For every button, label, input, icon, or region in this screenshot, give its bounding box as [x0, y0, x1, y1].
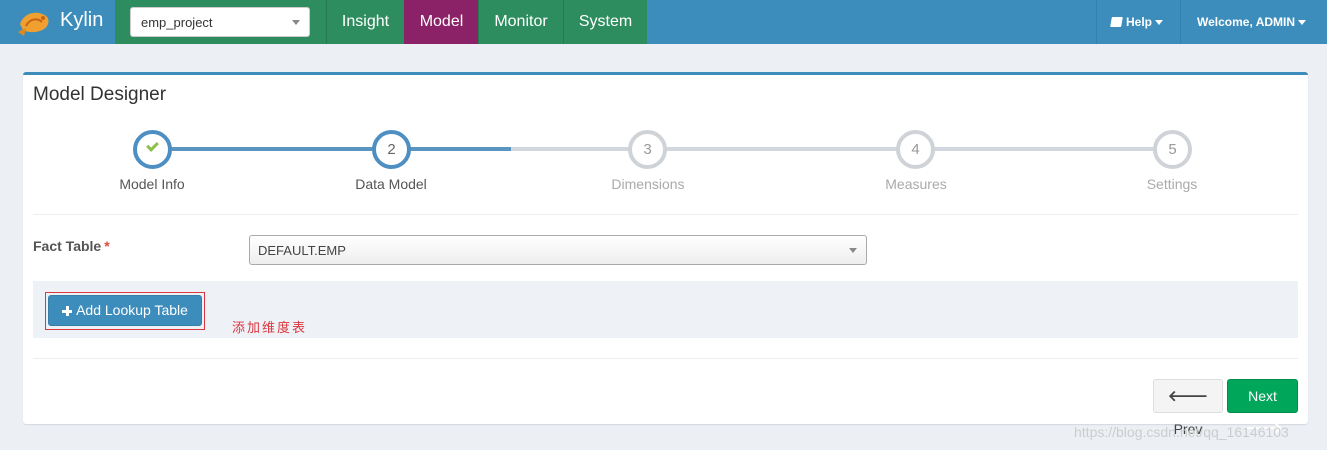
brand[interactable]: Kylin	[0, 0, 115, 44]
wizard-step-label: Data Model	[355, 176, 427, 192]
wizard-step-data-model[interactable]: 2	[372, 130, 411, 169]
caret-down-icon	[1155, 20, 1164, 26]
plus-icon	[62, 306, 73, 316]
wizard-step-label: Measures	[885, 176, 947, 192]
caret-down-icon	[1298, 20, 1307, 26]
chevron-down-icon	[292, 20, 300, 25]
wizard-step-label: Dimensions	[611, 176, 685, 192]
required-mark: *	[104, 238, 110, 254]
project-select-value: emp_project	[141, 15, 213, 30]
wizard-step-measures[interactable]: 4	[896, 130, 935, 169]
wizard-step-label: Model Info	[119, 176, 185, 192]
top-navbar: Kylin emp_project Insight Model Monitor …	[0, 0, 1327, 44]
wizard-progress-remaining	[511, 147, 1173, 151]
fact-table-label-text: Fact Table	[33, 238, 102, 254]
wizard-step-model-info[interactable]	[133, 130, 172, 169]
fact-table-select[interactable]: DEFAULT.EMP	[249, 235, 867, 265]
prev-button[interactable]: 🡐 Prev	[1153, 379, 1223, 437]
project-select[interactable]: emp_project	[130, 7, 310, 37]
kylin-logo-icon	[18, 12, 49, 36]
wizard-progress-done	[152, 147, 511, 151]
help-menu[interactable]: Help	[1096, 0, 1180, 44]
nav-model[interactable]: Model	[404, 0, 478, 44]
wizard-step-settings[interactable]: 5	[1153, 130, 1192, 169]
divider	[33, 214, 1298, 215]
page-title: Model Designer	[33, 84, 167, 105]
nav-insight[interactable]: Insight	[326, 0, 404, 44]
help-label: Help	[1126, 15, 1153, 29]
fact-table-label: Fact Table *	[33, 238, 110, 254]
arrow-left-icon: 🡐	[1167, 388, 1209, 405]
check-icon	[146, 139, 159, 152]
nav-system[interactable]: System	[563, 0, 647, 44]
next-button[interactable]: Next 🡒	[1227, 379, 1298, 437]
chevron-down-icon	[849, 248, 857, 253]
book-icon	[1110, 17, 1123, 27]
welcome-label: Welcome, ADMIN	[1197, 15, 1296, 29]
divider	[33, 358, 1298, 359]
add-lookup-table-label: Add Lookup Table	[76, 302, 188, 318]
brand-name: Kylin	[60, 9, 104, 31]
add-lookup-table-button[interactable]: Add Lookup Table	[48, 295, 202, 326]
watermark: https://blog.csdn.net/qq_16146103	[1074, 424, 1289, 440]
next-label: Next	[1248, 388, 1277, 404]
wizard-step-label: Settings	[1146, 176, 1198, 192]
lookup-table-panel	[33, 281, 1298, 338]
user-menu[interactable]: Welcome, ADMIN	[1180, 0, 1327, 44]
wizard-step-dimensions[interactable]: 3	[628, 130, 667, 169]
nav-monitor[interactable]: Monitor	[478, 0, 563, 44]
annotation-text: 添加维度表	[232, 321, 308, 336]
fact-table-value: DEFAULT.EMP	[258, 243, 346, 258]
